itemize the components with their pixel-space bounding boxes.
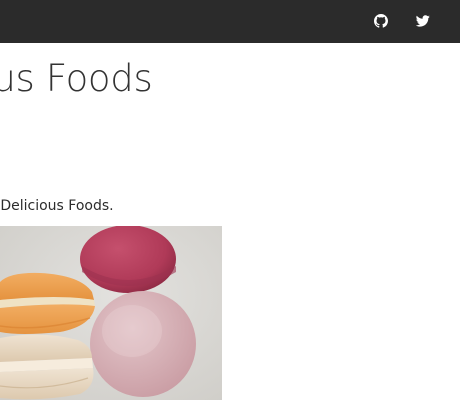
top-navigation-bar <box>0 0 460 43</box>
post-title: ous Foods <box>0 57 153 100</box>
post-text: l Delicious Foods. <box>0 198 114 214</box>
page: ous Foods l Delicious Foods. <box>0 0 460 400</box>
macaron-photo <box>0 226 222 400</box>
github-icon <box>374 14 388 28</box>
twitter-icon <box>416 15 430 27</box>
twitter-link[interactable] <box>414 12 432 30</box>
github-link[interactable] <box>372 12 390 30</box>
